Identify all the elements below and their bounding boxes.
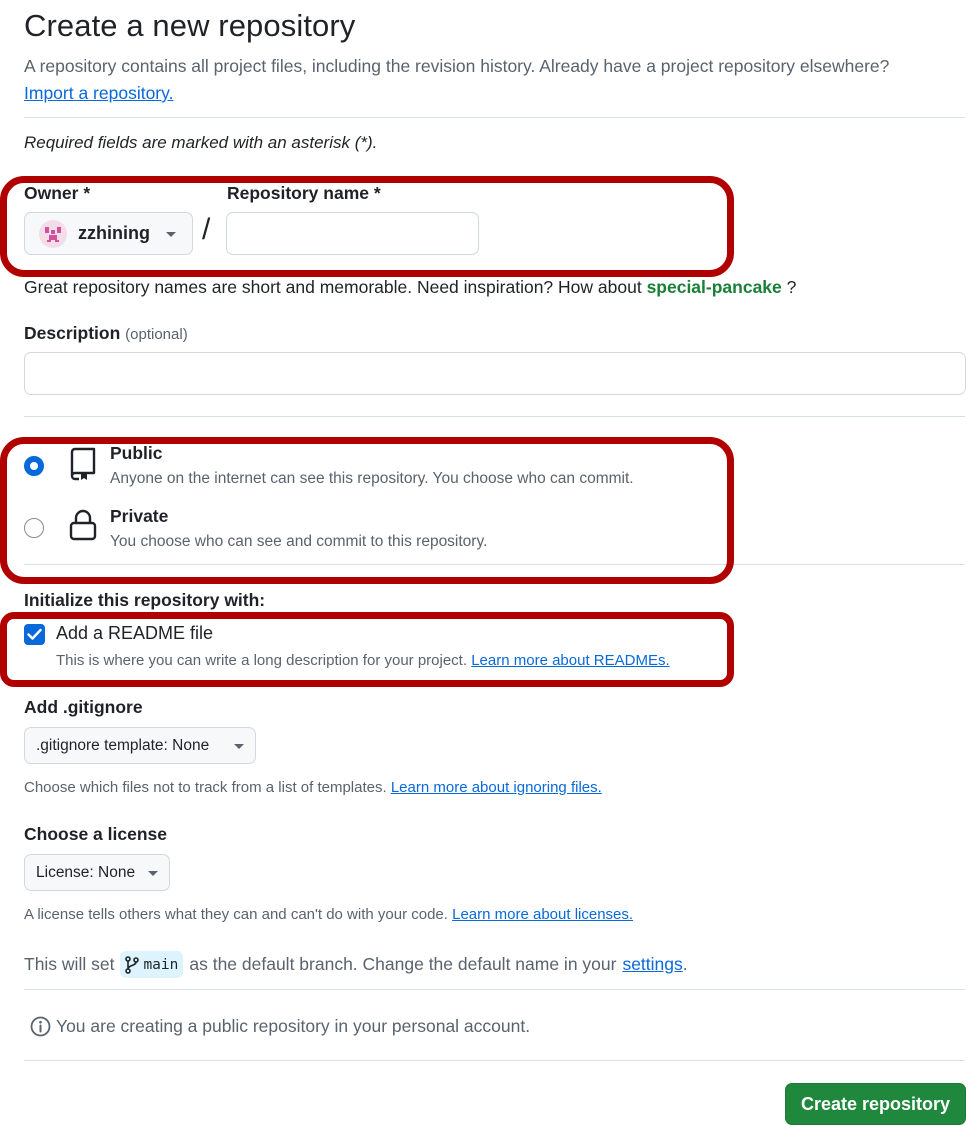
check-icon [27, 628, 42, 640]
gitignore-hint: Choose which files not to track from a l… [24, 779, 602, 796]
license-label: Choose a license [24, 824, 167, 844]
initialize-label: Initialize this repository with: [24, 590, 266, 610]
visibility-private-title[interactable]: Private [110, 506, 168, 527]
readme-desc: This is where you can write a long descr… [56, 652, 670, 669]
required-fields-note: Required fields are marked with an aster… [24, 133, 378, 152]
avatar [39, 219, 67, 248]
visibility-public-desc: Anyone on the internet can see this repo… [110, 470, 634, 487]
info-note: You are creating a public repository in … [30, 1016, 530, 1037]
name-suggestion-link[interactable]: special-pancake [647, 277, 782, 297]
readme-learn-more-link[interactable]: Learn more about READMEs. [471, 652, 669, 669]
readme-desc-text: This is where you can write a long descr… [56, 652, 468, 669]
gitignore-template-select[interactable]: .gitignore template: None [24, 727, 256, 764]
divider [24, 989, 965, 990]
repository-name-input[interactable] [226, 212, 479, 255]
create-repository-button[interactable]: Create repository [785, 1083, 966, 1125]
license-learn-more-link[interactable]: Learn more about licenses. [452, 906, 633, 923]
visibility-private-radio[interactable] [24, 518, 44, 538]
license-select[interactable]: License: None [24, 854, 170, 891]
name-hint: Great repository names are short and mem… [24, 277, 796, 298]
repo-icon [69, 447, 97, 486]
info-note-text: You are creating a public repository in … [56, 1016, 531, 1036]
git-branch-icon [125, 955, 140, 974]
default-branch-note: This will set main as the default branch… [24, 951, 688, 978]
chevron-down-icon [234, 744, 244, 749]
owner-select[interactable]: zzhining [24, 212, 193, 255]
visibility-private-desc: You choose who can see and commit to thi… [110, 533, 488, 550]
branch-note-prefix: This will set [24, 954, 115, 974]
description-label-text: Description [24, 323, 121, 343]
license-hint-text: A license tells others what they can and… [24, 906, 448, 923]
gitignore-select-value: .gitignore template: None [36, 736, 210, 754]
lock-icon [69, 509, 97, 546]
branch-note-suffix: . [682, 954, 688, 974]
visibility-public-radio[interactable] [24, 456, 44, 476]
branch-badge: main [120, 951, 184, 978]
description-label: Description (optional) [24, 323, 188, 344]
name-hint-suffix: ? [786, 277, 797, 297]
license-select-value: License: None [36, 863, 136, 881]
chevron-down-icon [166, 232, 176, 237]
gitignore-label: Add .gitignore [24, 697, 143, 717]
gitignore-learn-more-link[interactable]: Learn more about ignoring files. [391, 779, 602, 796]
description-input[interactable] [24, 352, 966, 395]
divider [24, 1060, 965, 1061]
gitignore-hint-text: Choose which files not to track from a l… [24, 779, 387, 796]
branch-name: main [143, 956, 179, 973]
readme-checkbox[interactable] [24, 624, 45, 645]
divider [24, 117, 965, 118]
info-icon [30, 1016, 51, 1037]
branch-note-middle: as the default branch. Change the defaul… [189, 954, 617, 974]
license-hint: A license tells others what they can and… [24, 906, 633, 923]
owner-name: zzhining [78, 223, 150, 243]
divider [24, 564, 965, 565]
visibility-public-title[interactable]: Public [110, 443, 163, 464]
repository-name-label: Repository name * [227, 183, 381, 203]
divider [24, 416, 965, 417]
page-title: Create a new repository [24, 8, 356, 43]
settings-link[interactable]: settings [622, 954, 682, 975]
owner-label: Owner * [24, 183, 91, 203]
name-hint-text: Great repository names are short and mem… [24, 277, 642, 297]
chevron-down-icon [148, 871, 158, 876]
readme-title[interactable]: Add a README file [56, 623, 213, 644]
import-repository-link[interactable]: Import a repository. [24, 83, 173, 104]
optional-tag: (optional) [125, 326, 188, 343]
owner-repo-separator: / [202, 213, 211, 246]
page-subtitle: A repository contains all project files,… [24, 56, 890, 76]
